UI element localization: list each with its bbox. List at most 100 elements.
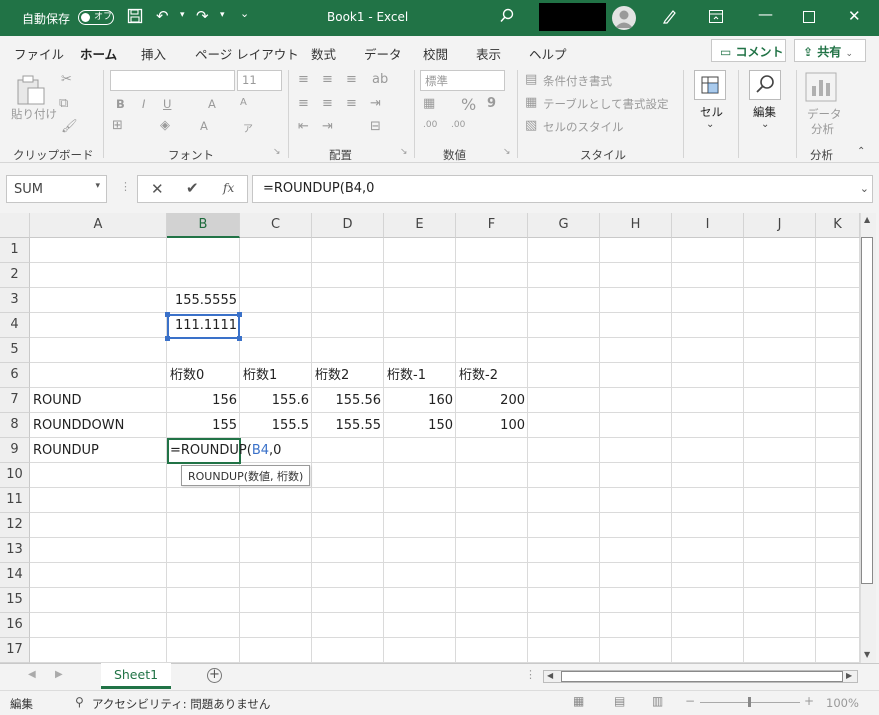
editing-dropdown-icon[interactable]: ⌄ (761, 119, 769, 130)
page-break-view-icon[interactable]: ▥ (652, 694, 663, 708)
analyze-data-icon[interactable] (805, 72, 837, 106)
cut-icon[interactable]: ✂ (61, 72, 72, 87)
cell-styles-button[interactable]: セルのスタイル (543, 119, 624, 135)
paste-icon[interactable] (16, 74, 46, 110)
column-header-g[interactable]: G (528, 213, 600, 238)
customize-qat-icon[interactable]: ⌄ (240, 7, 249, 20)
row-header-2[interactable]: 2 (0, 263, 30, 288)
cell-a9[interactable]: ROUNDUP (30, 438, 167, 463)
column-header-b[interactable]: B (167, 213, 240, 238)
align-center-icon[interactable]: ≡ (322, 96, 333, 111)
align-top-icon[interactable]: ≡ (298, 72, 309, 87)
phonetic-icon[interactable]: ア (243, 120, 253, 135)
tab-data[interactable]: データ (364, 44, 402, 63)
expand-formula-icon[interactable]: ⌄ (860, 182, 869, 195)
cell-e8[interactable]: 150 (384, 413, 456, 438)
close-icon[interactable]: ✕ (848, 7, 861, 25)
row-header-17[interactable]: 17 (0, 638, 30, 663)
align-right-icon[interactable]: ≡ (346, 96, 357, 111)
comment-button[interactable]: ▭ コメント (711, 39, 786, 62)
cell-c6[interactable]: 桁数1 (240, 363, 312, 388)
cell-b8[interactable]: 155 (167, 413, 240, 438)
format-as-table-button[interactable]: テーブルとして書式設定 (543, 96, 668, 112)
name-box[interactable]: SUM ▾ (6, 175, 107, 203)
tab-review[interactable]: 校閲 (423, 44, 448, 63)
cell-c7[interactable]: 155.6 (240, 388, 312, 413)
tab-file[interactable]: ファイル (14, 44, 64, 63)
cell-styles-icon[interactable]: ▧ (525, 118, 537, 133)
redo-dropdown-icon[interactable]: ▾ (220, 10, 225, 20)
paste-label[interactable]: 貼り付け (11, 106, 57, 122)
conditional-format-button[interactable]: 条件付き書式 (543, 73, 612, 89)
ref-handle[interactable] (237, 336, 242, 341)
font-name-dropdown[interactable] (110, 70, 235, 91)
scroll-right-icon[interactable]: ▶ (846, 671, 852, 680)
cell-e7[interactable]: 160 (384, 388, 456, 413)
zoom-slider-thumb[interactable] (748, 697, 751, 707)
italic-icon[interactable]: I (142, 97, 145, 111)
row-header-15[interactable]: 15 (0, 588, 30, 613)
accessibility-icon[interactable]: ⚲ (75, 695, 84, 709)
increase-indent-icon[interactable]: ⇥ (322, 119, 333, 134)
tab-split-icon[interactable]: ⋮ (525, 668, 536, 681)
wrap-text-icon[interactable]: ⇥ (370, 96, 381, 111)
cells-button[interactable] (694, 70, 726, 100)
name-box-dropdown-icon[interactable]: ▾ (95, 181, 100, 191)
scroll-down-icon[interactable]: ▼ (864, 650, 870, 659)
pen-icon[interactable] (662, 8, 678, 28)
cell-c8[interactable]: 155.5 (240, 413, 312, 438)
column-header-k[interactable]: K (816, 213, 860, 238)
formula-input[interactable]: =ROUNDUP(B4,0 ⌄ (252, 175, 873, 203)
row-header-5[interactable]: 5 (0, 338, 30, 363)
accessibility-status[interactable]: アクセシビリティ: 問題ありません (92, 696, 270, 712)
horizontal-scroll-thumb[interactable] (561, 671, 843, 682)
ref-handle[interactable] (165, 336, 170, 341)
ribbon-display-icon[interactable] (709, 9, 723, 27)
cell-f8[interactable]: 100 (456, 413, 528, 438)
prev-sheet-icon[interactable]: ◀ (28, 669, 36, 680)
cell-e6[interactable]: 桁数-1 (384, 363, 456, 388)
save-icon[interactable] (127, 8, 143, 28)
tab-view[interactable]: 表示 (476, 44, 501, 63)
row-header-11[interactable]: 11 (0, 488, 30, 513)
borders-icon[interactable]: ⊞ (112, 118, 123, 133)
tab-home[interactable]: ホーム (80, 44, 118, 69)
tab-formulas[interactable]: 数式 (311, 44, 336, 63)
normal-view-icon[interactable]: ▦ (573, 694, 584, 708)
grow-font-icon[interactable]: A (208, 97, 216, 111)
column-header-c[interactable]: C (240, 213, 312, 238)
fill-color-icon[interactable]: ◈ (160, 118, 170, 133)
cell-a8[interactable]: ROUNDDOWN (30, 413, 167, 438)
avatar[interactable] (612, 6, 636, 30)
zoom-in-icon[interactable]: + (804, 694, 814, 708)
select-all-corner[interactable] (0, 213, 30, 238)
font-size-dropdown[interactable]: 11 (237, 70, 282, 91)
comma-style-icon[interactable]: 9 (487, 96, 496, 111)
number-launcher-icon[interactable]: ↘ (503, 147, 511, 157)
conditional-format-icon[interactable]: ▤ (525, 72, 537, 87)
sheet-tab-sheet1[interactable]: Sheet1 (101, 663, 171, 689)
row-header-1[interactable]: 1 (0, 238, 30, 263)
next-sheet-icon[interactable]: ▶ (55, 669, 63, 680)
cell-b3[interactable]: 155.5555 (167, 288, 240, 313)
cell-a7[interactable]: ROUND (30, 388, 167, 413)
column-header-a[interactable]: A (30, 213, 167, 238)
decrease-decimal-icon[interactable]: .00 (451, 120, 465, 130)
zoom-level[interactable]: 100% (826, 696, 859, 710)
cell-f6[interactable]: 桁数-2 (456, 363, 528, 388)
search-icon[interactable] (500, 8, 514, 27)
column-header-h[interactable]: H (600, 213, 672, 238)
row-header-10[interactable]: 10 (0, 463, 30, 488)
row-header-14[interactable]: 14 (0, 563, 30, 588)
tab-insert[interactable]: 挿入 (141, 44, 166, 63)
cell-d6[interactable]: 桁数2 (312, 363, 384, 388)
undo-icon[interactable]: ↶ (156, 7, 169, 25)
cell-f7[interactable]: 200 (456, 388, 528, 413)
tab-help[interactable]: ヘルプ (529, 44, 567, 63)
column-header-f[interactable]: F (456, 213, 528, 238)
analyze-data-label-1[interactable]: データ (807, 106, 842, 122)
cell-b7[interactable]: 156 (167, 388, 240, 413)
row-header-13[interactable]: 13 (0, 538, 30, 563)
scroll-up-icon[interactable]: ▲ (864, 215, 870, 224)
column-header-d[interactable]: D (312, 213, 384, 238)
